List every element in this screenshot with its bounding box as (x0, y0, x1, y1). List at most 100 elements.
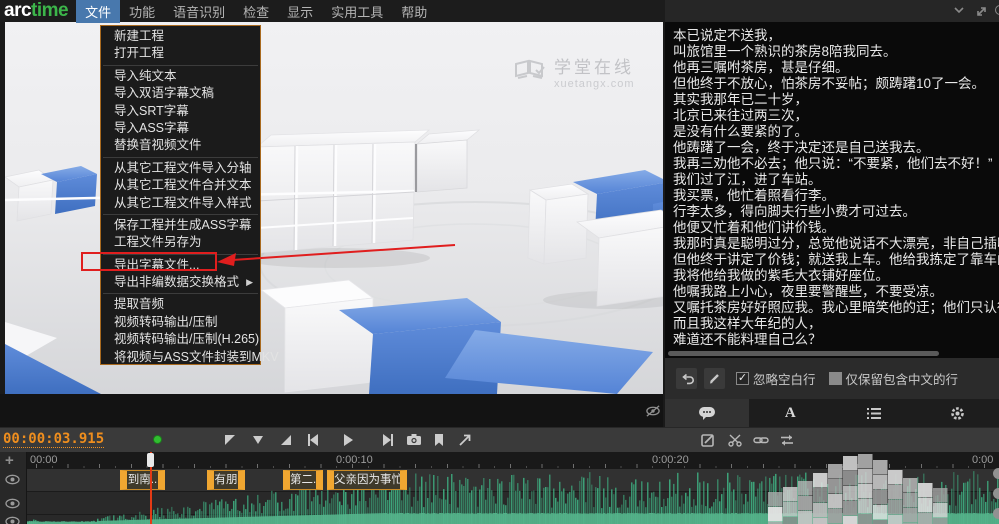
text-toolbar: ✓ 忽略空白行 仅保留包含中文的行 (665, 358, 999, 399)
watermark-title: 学堂在线 (554, 58, 634, 78)
tab-styles[interactable]: A (749, 399, 833, 427)
subtitle-block[interactable]: 到南.. (120, 470, 165, 490)
subtitle-press-left-icon[interactable] (222, 432, 238, 448)
subtitle-text-line: 行李太多，得向脚夫行些小费才可过去。 (673, 204, 999, 220)
subtitle-text-line: 他嘱我路上小心，夜里要警醒些，不要受凉。 (673, 284, 999, 300)
file-menu-item[interactable]: 导入双语字幕文稿 (101, 85, 260, 102)
file-menu-item[interactable]: 从其它工程文件导入分轴 (101, 160, 260, 177)
share-export-icon[interactable] (457, 432, 473, 448)
tab-subtitles[interactable] (665, 399, 749, 427)
subtitle-text-line: 但他终于讲定了价钱；就送我上车。他给我拣定了靠车门的一张 (673, 252, 999, 268)
right-panel-header (665, 0, 999, 22)
subtitle-block[interactable]: 有朋 (207, 470, 245, 490)
menubar-item[interactable]: 实用工具 (322, 0, 392, 23)
submenu-arrow-icon: ▶ (246, 274, 253, 291)
file-menu-item[interactable]: 导入SRT字幕 (101, 103, 260, 120)
skip-to-end-icon[interactable] (380, 432, 396, 448)
play-button-icon[interactable] (340, 432, 356, 448)
bookmark-icon[interactable] (431, 432, 447, 448)
ruler-time-label: 00:00 (30, 454, 58, 466)
menubar-item[interactable]: 文件 (76, 0, 120, 23)
menubar-item[interactable]: 检查 (234, 0, 278, 23)
subtitle-text-line: 难道还不能料理自己么？ (673, 332, 999, 348)
panel-options-icon[interactable] (995, 5, 999, 15)
subtitle-text-line: 他踌躇了一会，终于决定还是自己送我去。 (673, 140, 999, 156)
subtitle-text-line: 他便又忙着和他们讲价钱。 (673, 220, 999, 236)
styles-A-icon: A (785, 405, 796, 422)
timeline-side-button[interactable] (993, 488, 999, 499)
file-menu-item[interactable]: 替换音视频文件 (101, 137, 260, 154)
keep-chinese-label: 仅保留包含中文的行 (846, 369, 959, 388)
ruler-time-label: 0:00:10 (336, 454, 373, 466)
keep-chinese-only-option[interactable]: 仅保留包含中文的行 (829, 369, 959, 388)
file-menu-item[interactable]: 导出非编数据交换格式▶ (101, 274, 260, 291)
playhead-grip[interactable] (147, 453, 154, 467)
file-menu-item[interactable]: 保存工程并生成ASS字幕 (101, 217, 260, 234)
menubar-item[interactable]: 功能 (120, 0, 164, 23)
expand-panel-icon[interactable] (975, 5, 988, 18)
link-tool-icon[interactable] (753, 432, 769, 448)
subtitle-press-down-icon[interactable] (250, 432, 266, 448)
subtitle-text-line: 我们过了江，进了车站。 (673, 172, 999, 188)
timeline-side-button[interactable] (993, 468, 999, 479)
snapshot-camera-icon[interactable] (406, 432, 422, 448)
file-menu-item[interactable]: 工程文件另存为 (101, 234, 260, 251)
file-menu-item[interactable]: 导出字幕文件... (101, 257, 260, 274)
timeline-side-button[interactable] (993, 508, 999, 519)
file-menu-item[interactable]: 将视频与ASS文件封装到MKV (101, 349, 260, 366)
chevron-down-icon[interactable] (953, 5, 965, 15)
menubar-item[interactable]: 显示 (278, 0, 322, 23)
menubar-item[interactable]: 帮助 (392, 0, 436, 23)
file-menu-item[interactable]: 视频转码输出/压制(H.265) (101, 331, 260, 348)
subtitle-text-line: 我买票，他忙着照看行李。 (673, 188, 999, 204)
file-menu-item[interactable]: 视频转码输出/压制 (101, 314, 260, 331)
hide-preview-eye-slash-icon[interactable] (645, 403, 661, 419)
file-menu-item[interactable]: 新建工程 (101, 28, 260, 45)
subtitle-text-editor[interactable]: 本已说定不送我，叫旅馆里一个熟识的茶房8陪我同去。他再三嘱咐茶房，甚是仔细。但他… (665, 22, 999, 358)
skip-to-start-icon[interactable] (305, 432, 321, 448)
file-menu-item[interactable]: 从其它工程文件导入样式 (101, 195, 260, 212)
subtitle-text-line: 其实我那年已二十岁， (673, 92, 999, 108)
ignore-blank-label: 忽略空白行 (753, 369, 816, 388)
list-icon (866, 407, 882, 420)
status-dot (153, 435, 162, 444)
swap-tool-icon[interactable] (779, 432, 795, 448)
arctime-window: arctime 文件功能语音识别检查显示实用工具帮助 (0, 0, 999, 524)
tab-settings[interactable] (916, 399, 999, 427)
subtitle-block[interactable]: 第二.. (283, 470, 323, 490)
subtitle-text-line: 他再三嘱咐茶房，甚是仔细。 (673, 60, 999, 76)
tab-list[interactable] (832, 399, 916, 427)
add-track-button[interactable]: + (5, 453, 14, 468)
file-menu-item[interactable]: 打开工程 (101, 45, 260, 62)
file-menu-item[interactable]: 从其它工程文件合并文本 (101, 177, 260, 194)
file-menu-item[interactable]: 提取音频 (101, 296, 260, 313)
undo-button[interactable] (676, 368, 697, 389)
scissors-cut-tool-icon[interactable] (727, 432, 743, 448)
edit-text-button[interactable] (704, 368, 725, 389)
video-bottom-strip (0, 394, 663, 427)
edit-block-tool-icon[interactable] (700, 432, 716, 448)
ignore-blank-lines-option[interactable]: ✓ 忽略空白行 (736, 369, 816, 388)
subtitle-block[interactable]: 父亲因为事忙 (327, 470, 407, 490)
subtitle-press-right-icon[interactable] (278, 432, 294, 448)
file-menu-item[interactable]: 导入纯文本 (101, 68, 260, 85)
subtitle-text-line: 我那时真是聪明过分，总觉他说话不大漂亮，非自己插嘴不可 (673, 236, 999, 252)
track-visibility-eye-icon[interactable] (5, 516, 20, 524)
mosaic-watermark (768, 454, 948, 524)
subtitle-text-line: 我再三劝他不必去；他只说：“不要紧，他们去不好！” (673, 156, 999, 172)
video-watermark: 学堂在线 xuetangx.com (513, 58, 634, 90)
menubar-item[interactable]: 语音识别 (164, 0, 234, 23)
undo-icon (680, 372, 694, 386)
track-visibility-eye-icon[interactable] (5, 498, 20, 509)
subtitle-text-line: 但他终于不放心，怕茶房不妥帖；颇踌躇10了一会。 (673, 76, 999, 92)
app-logo: arctime (4, 0, 68, 22)
ruler-time-label: 0:00 (972, 454, 993, 466)
text-horizontal-scrollbar[interactable] (668, 351, 939, 356)
gear-icon (950, 406, 965, 421)
open-book-icon (513, 58, 547, 90)
file-menu-item[interactable]: 导入ASS字幕 (101, 120, 260, 137)
ignore-blank-checkbox[interactable]: ✓ (736, 372, 749, 385)
playback-toolbar: 00:00:03.915 1x ▼ (0, 427, 999, 452)
speech-bubble-icon (698, 406, 716, 421)
keep-chinese-checkbox[interactable] (829, 372, 842, 385)
